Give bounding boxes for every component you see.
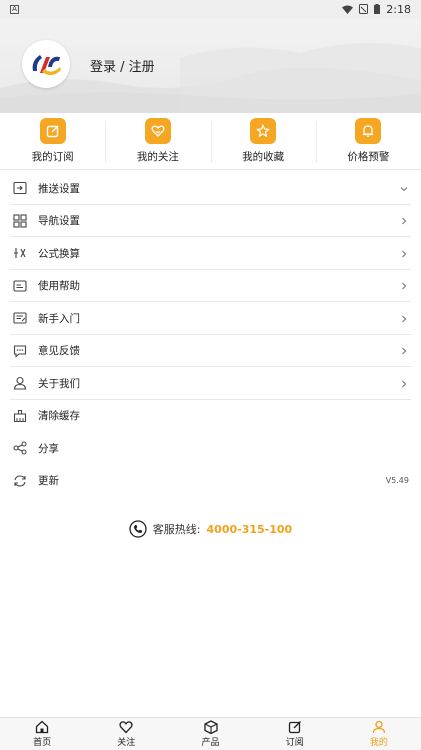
quick-label: 我的关注: [136, 151, 179, 163]
status-time: 2:18: [386, 2, 411, 16]
clear-icon: [12, 408, 28, 424]
menu-item-beginner-guide[interactable]: 新手入门: [0, 302, 421, 335]
menu-item-label: 公式换算: [38, 247, 80, 260]
quick-label: 价格预警: [347, 151, 390, 163]
settings-menu: 推送设置 导航设置 公式换算 使用帮助 新手入门 意见反馈 关于我们 清除缓存 …: [0, 172, 421, 497]
menu-item-formula[interactable]: 公式换算: [0, 237, 421, 270]
menu-item-label: 分享: [38, 442, 59, 455]
edit-icon: [288, 721, 301, 734]
menu-item-help[interactable]: 使用帮助: [0, 270, 421, 303]
push-icon: [12, 180, 28, 196]
person-icon: [372, 720, 386, 734]
my-follows-button[interactable]: 我的关注: [105, 113, 210, 169]
login-register-link[interactable]: 登录 / 注册: [90, 56, 155, 75]
star-icon: [250, 118, 277, 144]
profile-header: 登录 / 注册: [0, 18, 421, 113]
tab-label: 首页: [33, 738, 52, 748]
brand-logo-icon: [32, 55, 61, 76]
wifi-icon: [342, 5, 354, 14]
heart-icon: [119, 721, 133, 734]
quick-label: 我的订阅: [31, 151, 74, 163]
chevron-right-icon[interactable]: [399, 276, 409, 295]
hotline-number[interactable]: 4000-315-100: [207, 523, 293, 536]
phone-icon: [129, 520, 147, 538]
hotline-label: 客服热线:: [152, 523, 201, 536]
menu-item-label: 意见反馈: [38, 345, 80, 358]
customer-service-hotline[interactable]: 客服热线: 4000-315-100: [0, 520, 421, 538]
chevron-right-icon[interactable]: [399, 374, 409, 393]
quick-actions: 我的订阅 我的关注 我的收藏 价格预警: [0, 113, 421, 170]
bell-icon: [355, 118, 382, 144]
box-icon: [203, 720, 218, 734]
chevron-right-icon[interactable]: [399, 211, 409, 230]
grid-icon: [12, 213, 28, 229]
menu-item-label: 更新: [38, 475, 59, 488]
tab-home[interactable]: 首页: [0, 718, 84, 750]
no-sim-icon: [359, 4, 369, 14]
price-alert-button[interactable]: 价格预警: [315, 113, 421, 169]
help-icon: [12, 278, 28, 294]
my-favorites-button[interactable]: 我的收藏: [210, 113, 316, 169]
menu-item-label: 使用帮助: [38, 280, 80, 293]
menu-item-push-settings[interactable]: 推送设置: [0, 172, 421, 205]
share-icon: [12, 440, 28, 456]
tab-label: 产品: [201, 738, 220, 748]
battery-icon: [374, 4, 381, 14]
user-icon: [12, 375, 28, 391]
notification-a-icon: A: [10, 4, 19, 14]
quick-label: 我的收藏: [242, 151, 285, 163]
feedback-icon: [12, 343, 28, 359]
menu-item-update[interactable]: 更新 V5.49: [0, 465, 421, 498]
version-label: V5.49: [385, 476, 409, 486]
tab-subscribe[interactable]: 订阅: [253, 718, 337, 750]
chevron-right-icon[interactable]: [399, 309, 409, 328]
chevron-right-icon[interactable]: [399, 244, 409, 263]
menu-item-label: 推送设置: [38, 182, 80, 195]
menu-item-clear-cache[interactable]: 清除缓存: [0, 400, 421, 433]
guide-icon: [12, 310, 28, 326]
menu-item-label: 清除缓存: [38, 410, 80, 423]
edit-icon: [39, 118, 66, 144]
tab-label: 订阅: [285, 738, 304, 748]
tab-products[interactable]: 产品: [168, 718, 252, 750]
menu-item-about-us[interactable]: 关于我们: [0, 367, 421, 400]
chevron-down-icon[interactable]: [399, 179, 409, 198]
menu-item-share[interactable]: 分享: [0, 432, 421, 465]
tab-label: 关注: [117, 738, 136, 748]
chevron-right-icon[interactable]: [399, 341, 409, 360]
tab-follow[interactable]: 关注: [84, 718, 168, 750]
formula-icon: [12, 245, 28, 261]
heart-icon: [144, 118, 171, 144]
refresh-icon: [12, 473, 28, 489]
tab-label: 我的: [369, 738, 388, 748]
menu-item-nav-settings[interactable]: 导航设置: [0, 205, 421, 238]
menu-item-label: 新手入门: [38, 312, 80, 325]
status-bar: A 2:18: [0, 0, 421, 18]
home-icon: [35, 720, 49, 734]
my-subscriptions-button[interactable]: 我的订阅: [0, 113, 105, 169]
menu-item-feedback[interactable]: 意见反馈: [0, 335, 421, 368]
avatar[interactable]: [22, 40, 70, 88]
menu-item-label: 导航设置: [38, 215, 80, 228]
tab-mine[interactable]: 我的: [337, 718, 421, 750]
bottom-tab-bar: 首页 关注 产品 订阅 我的: [0, 717, 421, 750]
menu-item-label: 关于我们: [38, 377, 80, 390]
